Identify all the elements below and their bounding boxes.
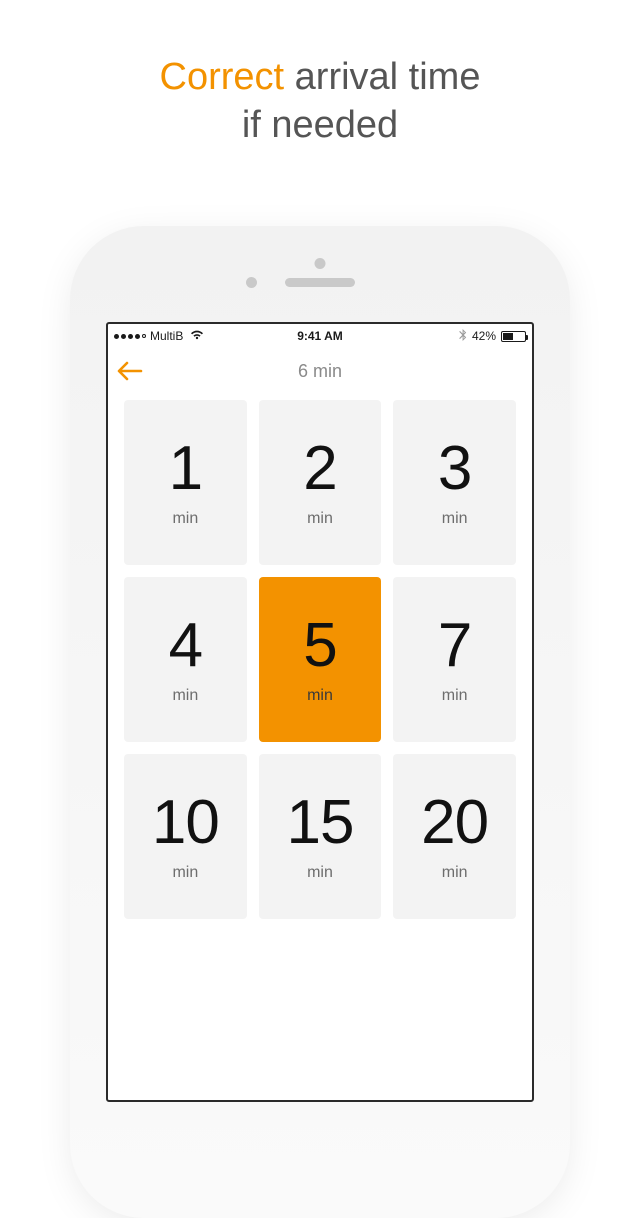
tile-value: 5 [303,615,336,677]
time-grid: 1 min 2 min 3 min 4 min 5 min 7 min 10 min 15 min 20 min [108,394,532,919]
headline-rest-1: arrival time [284,56,480,98]
tile-unit: min [172,510,198,528]
tile-unit: min [442,510,468,528]
nav-title: 6 min [108,361,532,382]
time-tile-7[interactable]: 7 min [393,577,516,742]
tile-unit: min [307,864,333,882]
tile-value: 15 [287,792,354,854]
tile-unit: min [172,864,198,882]
time-tile-1[interactable]: 1 min [124,400,247,565]
battery-icon [501,331,526,342]
nav-bar: 6 min [108,348,532,394]
tile-value: 20 [421,792,488,854]
phone-earpiece [285,278,355,287]
tile-unit: min [307,687,333,705]
phone-camera [246,277,257,288]
tile-value: 3 [438,438,471,500]
phone-sensor [315,258,326,269]
tile-unit: min [442,864,468,882]
promo-headline: Correct arrival time if needed [0,0,640,149]
phone-frame: MultiB 9:41 AM 42% 6 min [76,232,564,1212]
tile-value: 7 [438,615,471,677]
headline-rest-2: if needed [242,104,398,146]
time-tile-15[interactable]: 15 min [259,754,382,919]
time-tile-20[interactable]: 20 min [393,754,516,919]
status-time: 9:41 AM [108,329,532,343]
tile-unit: min [307,510,333,528]
headline-accent: Correct [160,56,285,98]
status-bar: MultiB 9:41 AM 42% [108,324,532,348]
time-tile-3[interactable]: 3 min [393,400,516,565]
time-tile-10[interactable]: 10 min [124,754,247,919]
tile-value: 10 [152,792,219,854]
tile-value: 2 [303,438,336,500]
tile-value: 1 [169,438,202,500]
time-tile-5[interactable]: 5 min [259,577,382,742]
time-tile-2[interactable]: 2 min [259,400,382,565]
time-tile-4[interactable]: 4 min [124,577,247,742]
tile-unit: min [172,687,198,705]
tile-value: 4 [169,615,202,677]
phone-screen: MultiB 9:41 AM 42% 6 min [106,322,534,1102]
tile-unit: min [442,687,468,705]
